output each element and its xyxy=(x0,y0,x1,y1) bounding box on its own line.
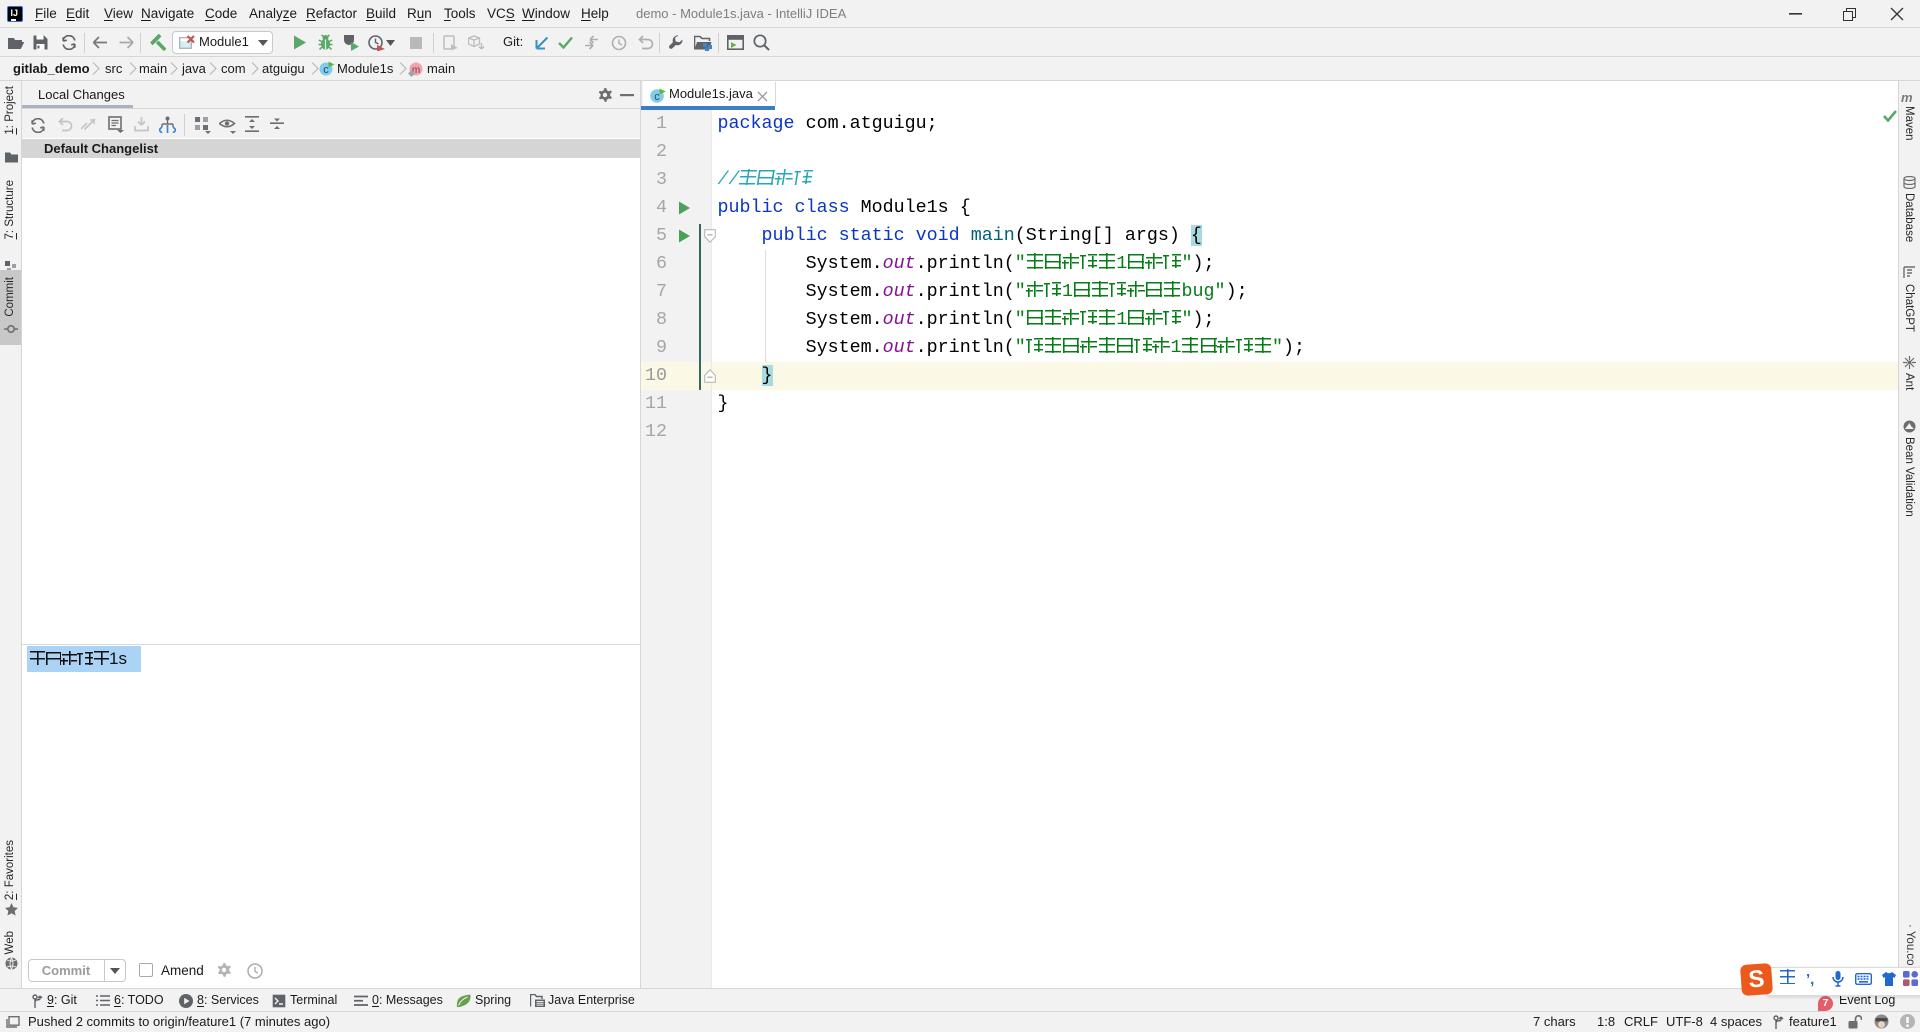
svg-text:c: c xyxy=(654,91,660,103)
svg-text:c: c xyxy=(323,64,329,76)
